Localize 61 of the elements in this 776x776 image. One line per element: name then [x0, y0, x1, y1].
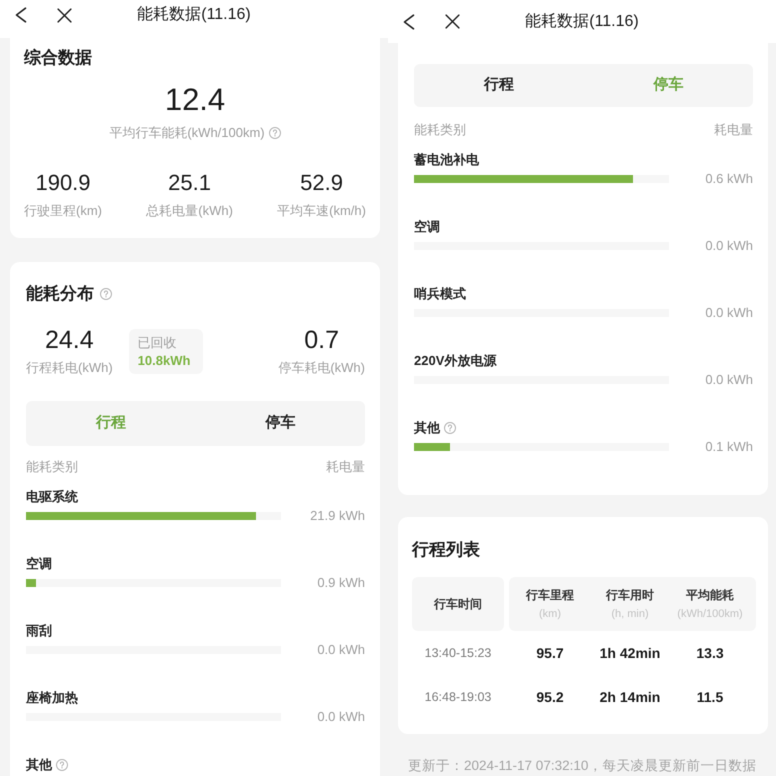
table-cell-text: 16:48-19:03 [424, 688, 492, 706]
energy-value: 0.0 kWh [317, 641, 365, 659]
energy-value: 0.1 kWh [705, 438, 753, 456]
tab[interactable]: 行程 [414, 64, 584, 107]
recovered-value: 10.8kWh [138, 352, 192, 370]
stat-label: 平均车速(km/h) [277, 202, 366, 220]
trip-energy-label: 行程耗电(kWh) [26, 359, 113, 377]
energy-value: 0.9 kWh [317, 574, 365, 592]
category-label: 蓄电池补电 [414, 151, 479, 169]
tab[interactable]: 停车 [196, 401, 365, 446]
back-icon[interactable] [403, 14, 415, 30]
section-title: 能耗分布 [26, 284, 94, 304]
parking-energy-value: 0.7 [304, 326, 340, 354]
category-label: 电驱系统 [26, 488, 78, 506]
category-label: 座椅加热 [26, 689, 78, 707]
energy-value: 0.0 kWh [705, 237, 753, 255]
stat-value: 190.9 [35, 170, 91, 196]
close-icon[interactable] [57, 8, 72, 22]
table-header-cell: 行车时间 [412, 577, 504, 631]
average-consumption-value: 12.4 [164, 82, 226, 118]
section-title: 行程列表 [412, 539, 480, 561]
recovered-label: 已回收 [138, 334, 178, 352]
back-icon[interactable] [15, 7, 27, 23]
category-label: 空调 [414, 218, 440, 236]
table-cell-text: 11.5 [696, 688, 724, 706]
energy-value: 0.0 kWh [705, 371, 753, 389]
update-note: 更新于：2024-11-17 07:32:10，每天凌晨更新前一日数据 [407, 757, 758, 775]
category-label: 220V外放电源 [414, 352, 496, 370]
stat-value: 25.1 [168, 170, 211, 196]
category-label: 空调 [26, 555, 52, 573]
section-title: 综合数据 [24, 48, 92, 68]
category-label: 哨兵模式 [414, 285, 466, 303]
table-cell-text: 13:40-15:23 [424, 644, 492, 662]
screen-title: 能耗数据(11.16) [136, 5, 252, 25]
column-header: 耗电量 [326, 459, 365, 475]
average-consumption-label: 平均行车能耗(kWh/100km) [109, 125, 265, 141]
stat-value: 52.9 [300, 170, 343, 196]
parking-energy-label: 停车耗电(kWh) [278, 359, 365, 377]
header-label: 行车用时 [606, 587, 654, 603]
table-cell-text: 13.3 [695, 644, 725, 662]
column-header: 耗电量 [714, 122, 753, 138]
header-label: 行车里程 [526, 587, 574, 603]
column-header: 能耗类别 [414, 122, 466, 138]
table-cell-text: 2h 14min [598, 688, 662, 706]
energy-value: 0.6 kWh [705, 170, 753, 188]
table-cell-text: 95.7 [535, 644, 565, 662]
category-label: 其他 [26, 756, 52, 774]
screen-title: 能耗数据(11.16) [524, 12, 640, 32]
stat-label: 行驶里程(km) [24, 202, 102, 220]
table-cell-text: 95.2 [535, 688, 565, 706]
stat-label: 总耗电量(kWh) [146, 202, 233, 220]
energy-value: 0.0 kWh [705, 304, 753, 322]
close-icon[interactable] [445, 14, 460, 29]
column-header: 能耗类别 [26, 459, 78, 475]
category-label: 其他 [414, 419, 440, 437]
energy-value: 0.0 kWh [317, 708, 365, 726]
energy-value: 21.9 kWh [310, 507, 365, 525]
trip-energy-value: 24.4 [45, 326, 94, 354]
header-label: 平均能耗 [686, 587, 734, 603]
table-cell-text: 1h 42min [598, 644, 662, 662]
category-label: 雨刮 [26, 622, 52, 640]
